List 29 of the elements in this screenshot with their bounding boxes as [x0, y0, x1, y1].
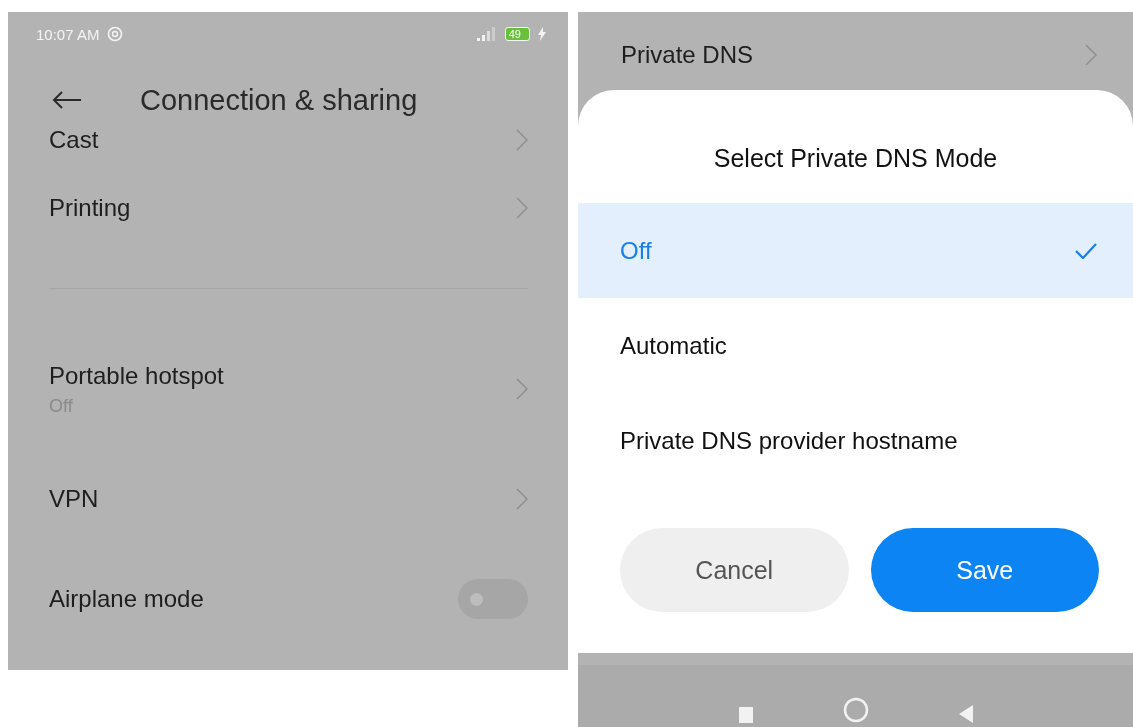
chevron-right-icon: [516, 378, 528, 400]
chevron-right-icon: [516, 488, 528, 510]
settings-item[interactable]: Airplane mode: [8, 549, 568, 649]
square-icon[interactable]: [738, 707, 753, 723]
dialog-title: Select Private DNS Mode: [712, 143, 999, 174]
charging-icon: [538, 27, 546, 41]
home-circle-icon[interactable]: [842, 697, 869, 723]
battery-level: 49: [504, 27, 530, 41]
signal-icon: [476, 27, 497, 41]
chevron-right-icon: [516, 129, 528, 151]
back-arrow-icon[interactable]: [52, 91, 82, 109]
item-label: Airplane mode: [49, 585, 204, 613]
status-time: 10:07 AM: [36, 25, 100, 43]
settings-item[interactable]: Cast: [8, 122, 568, 158]
chevron-right-icon: [516, 197, 528, 219]
item-label: Printing: [49, 194, 131, 222]
item-label: Cast: [49, 126, 99, 154]
item-label: Portable hotspot: [49, 361, 224, 390]
settings-item[interactable]: VPN: [8, 449, 568, 549]
save-button[interactable]: Save: [870, 528, 1099, 612]
chevron-right-icon: [1085, 44, 1097, 66]
item-label: Private DNS: [621, 41, 754, 69]
cancel-button[interactable]: Cancel: [620, 528, 849, 612]
item-label: VPN: [49, 485, 99, 513]
back-triangle-icon[interactable]: [958, 705, 973, 723]
check-icon: [1075, 242, 1097, 259]
screen-title: Connection & sharing: [140, 83, 418, 117]
alarm-icon: [107, 26, 124, 42]
settings-item[interactable]: Printing: [8, 158, 568, 258]
